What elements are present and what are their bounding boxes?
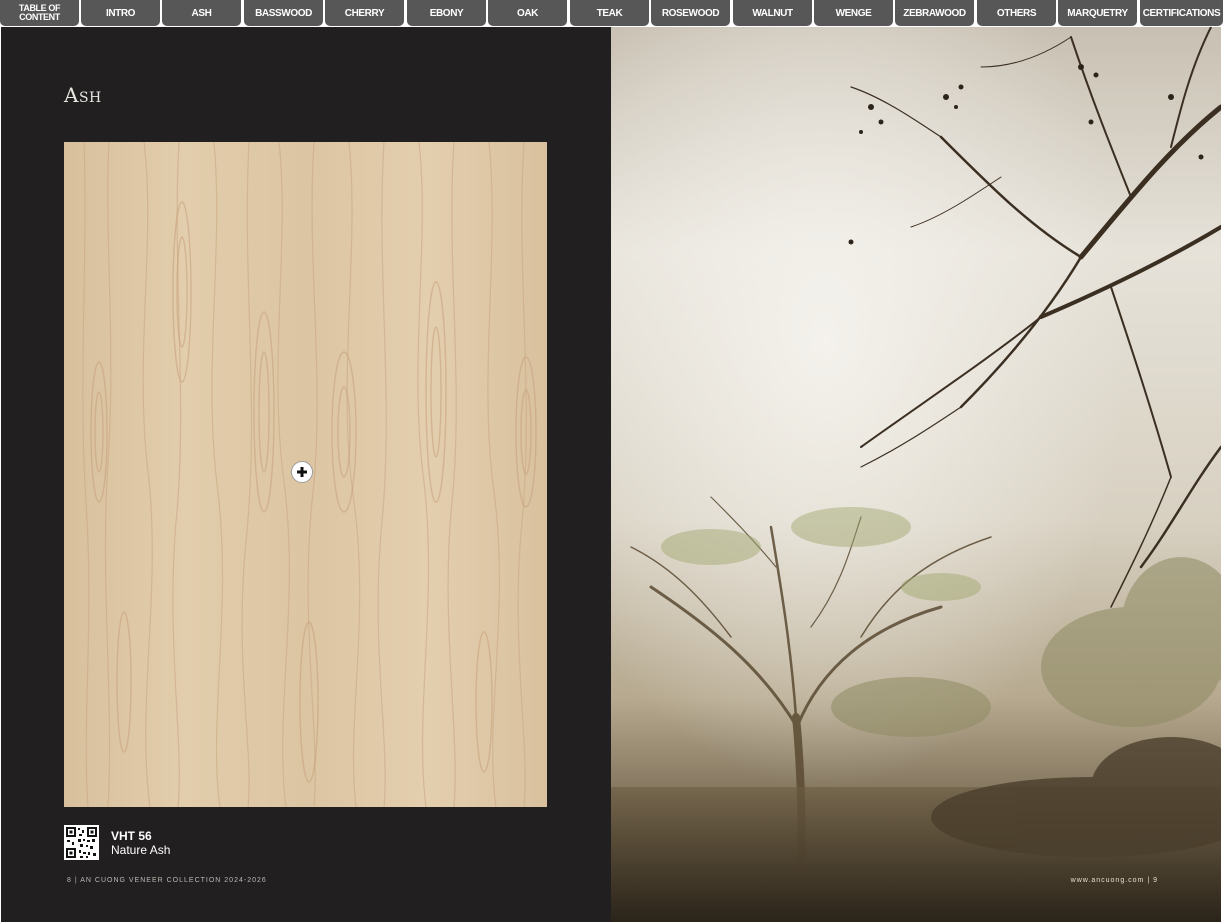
product-code: VHT 56 xyxy=(111,829,152,843)
page-footer-right: www.ancuong.com | 9 xyxy=(1070,877,1158,884)
page-title: Ash xyxy=(64,83,102,107)
tab-cherry[interactable]: CHERRY xyxy=(325,0,404,26)
tab-ebony[interactable]: EBONY xyxy=(407,0,486,26)
tab-wenge[interactable]: WENGE xyxy=(814,0,893,26)
plus-icon xyxy=(297,467,307,477)
page-footer-left: 8 | AN CUONG VENEER COLLECTION 2024-2026 xyxy=(67,877,267,884)
tab-marquetry[interactable]: MARQUETRY xyxy=(1058,0,1137,26)
tab-rosewood[interactable]: ROSEWOOD xyxy=(651,0,730,26)
qr-code-icon[interactable] xyxy=(64,825,99,860)
section-tab-bar: TABLE OF CONTENT INTRO ASH BASSWOOD CHER… xyxy=(0,0,1223,27)
catalog-left-page: Ash VHT 56 Nature Ash 8 | AN CUONG VENEE… xyxy=(1,27,611,922)
tab-certifications[interactable]: CERTIFICATIONS xyxy=(1140,0,1223,26)
zoom-button[interactable] xyxy=(291,461,313,483)
misty-trees-photo xyxy=(611,27,1221,922)
tab-teak[interactable]: TEAK xyxy=(570,0,649,26)
tab-intro[interactable]: INTRO xyxy=(81,0,160,26)
product-name: Nature Ash xyxy=(111,843,171,857)
tab-basswood[interactable]: BASSWOOD xyxy=(244,0,323,26)
tab-oak[interactable]: OAK xyxy=(488,0,567,26)
catalog-right-page: www.ancuong.com | 9 xyxy=(611,27,1221,922)
tab-walnut[interactable]: WALNUT xyxy=(733,0,812,26)
tab-table-of-content[interactable]: TABLE OF CONTENT xyxy=(0,0,79,26)
tab-zebrawood[interactable]: ZEBRAWOOD xyxy=(895,0,974,26)
tab-ash[interactable]: ASH xyxy=(162,0,241,26)
tab-others[interactable]: OTHERS xyxy=(977,0,1056,26)
